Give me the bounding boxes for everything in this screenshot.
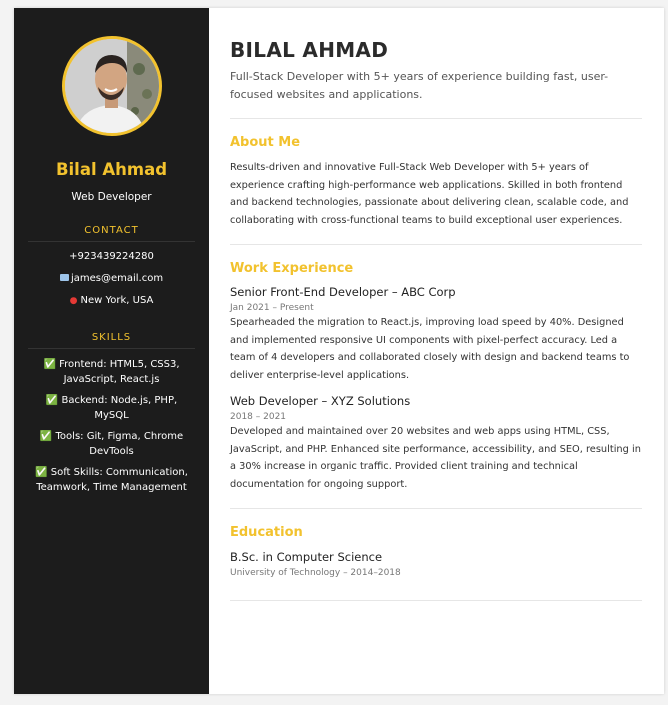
location-item: ● New York, USA: [28, 294, 195, 308]
contact-list: +923439224280 james@email.com ● New York,…: [28, 250, 195, 308]
avatar: [61, 36, 162, 136]
job-entry: Senior Front-End Developer – ABC Corp Ja…: [230, 285, 642, 384]
skill-item: ✅ Soft Skills: Communication, Teamwork, …: [28, 465, 195, 495]
page-title: BILAL AHMAD: [230, 38, 389, 62]
divider: [230, 244, 642, 245]
job-title: Web Developer – XYZ Solutions: [230, 394, 411, 408]
skill-item: ✅ Backend: Node.js, PHP, MySQL: [28, 393, 195, 423]
work-heading: Work Experience: [230, 261, 354, 276]
contact-heading: CONTACT: [28, 225, 195, 242]
email-item: james@email.com: [28, 272, 195, 285]
about-heading: About Me: [230, 135, 301, 150]
pin-icon: ●: [69, 296, 78, 306]
divider: [230, 600, 642, 601]
job-description: Developed and maintained over 20 website…: [230, 426, 641, 490]
skill-text: Backend: Node.js, PHP, MySQL: [61, 395, 178, 421]
check-icon: ✅: [43, 359, 56, 370]
check-icon: ✅: [35, 467, 48, 478]
email-text: james@email.com: [70, 273, 164, 284]
skill-item: ✅ Tools: Git, Figma, Chrome DevTools: [28, 429, 195, 459]
about-text: Results-driven and innovative Full-Stack…: [230, 162, 629, 226]
sidebar-job-title: Web Developer: [71, 191, 152, 203]
tagline: Full-Stack Developer with 5+ years of ex…: [230, 70, 609, 101]
sidebar: Bilal Ahmad Web Developer CONTACT +92343…: [14, 8, 209, 694]
skills-list: ✅ Frontend: HTML5, CSS3, JavaScript, Rea…: [28, 357, 195, 495]
check-icon: ✅: [45, 395, 59, 406]
check-icon: ✅: [39, 431, 53, 442]
skill-text: Tools: Git, Figma, Chrome DevTools: [55, 431, 184, 457]
job-dates: Jan 2021 – Present: [230, 303, 314, 313]
skill-text: Frontend: HTML5, CSS3, JavaScript, React…: [59, 359, 180, 385]
sidebar-name: Bilal Ahmad: [55, 160, 168, 179]
main-content: BILAL AHMAD Full-Stack Developer with 5+…: [209, 8, 664, 694]
job-description: Spearheaded the migration to React.js, i…: [230, 317, 630, 381]
divider: [230, 508, 642, 509]
job-title: Senior Front-End Developer – ABC Corp: [230, 285, 456, 299]
school: University of Technology – 2014–2018: [230, 568, 401, 578]
phone-number: +923439224280: [69, 251, 154, 262]
job-dates: 2018 – 2021: [230, 412, 287, 422]
skill-text: Soft Skills: Communication, Teamwork, Ti…: [36, 467, 188, 493]
location-text: New York, USA: [80, 295, 154, 306]
skill-item: ✅ Frontend: HTML5, CSS3, JavaScript, Rea…: [28, 357, 195, 387]
job-entry: Web Developer – XYZ Solutions 2018 – 202…: [230, 394, 642, 493]
education-heading: Education: [230, 525, 303, 540]
degree: B.Sc. in Computer Science: [230, 550, 383, 564]
envelope-icon: [59, 274, 69, 281]
divider: [230, 118, 642, 119]
resume-card: Bilal Ahmad Web Developer CONTACT +92343…: [14, 8, 664, 694]
skills-heading: SKILLS: [28, 332, 195, 349]
profile-photo: [64, 39, 159, 133]
